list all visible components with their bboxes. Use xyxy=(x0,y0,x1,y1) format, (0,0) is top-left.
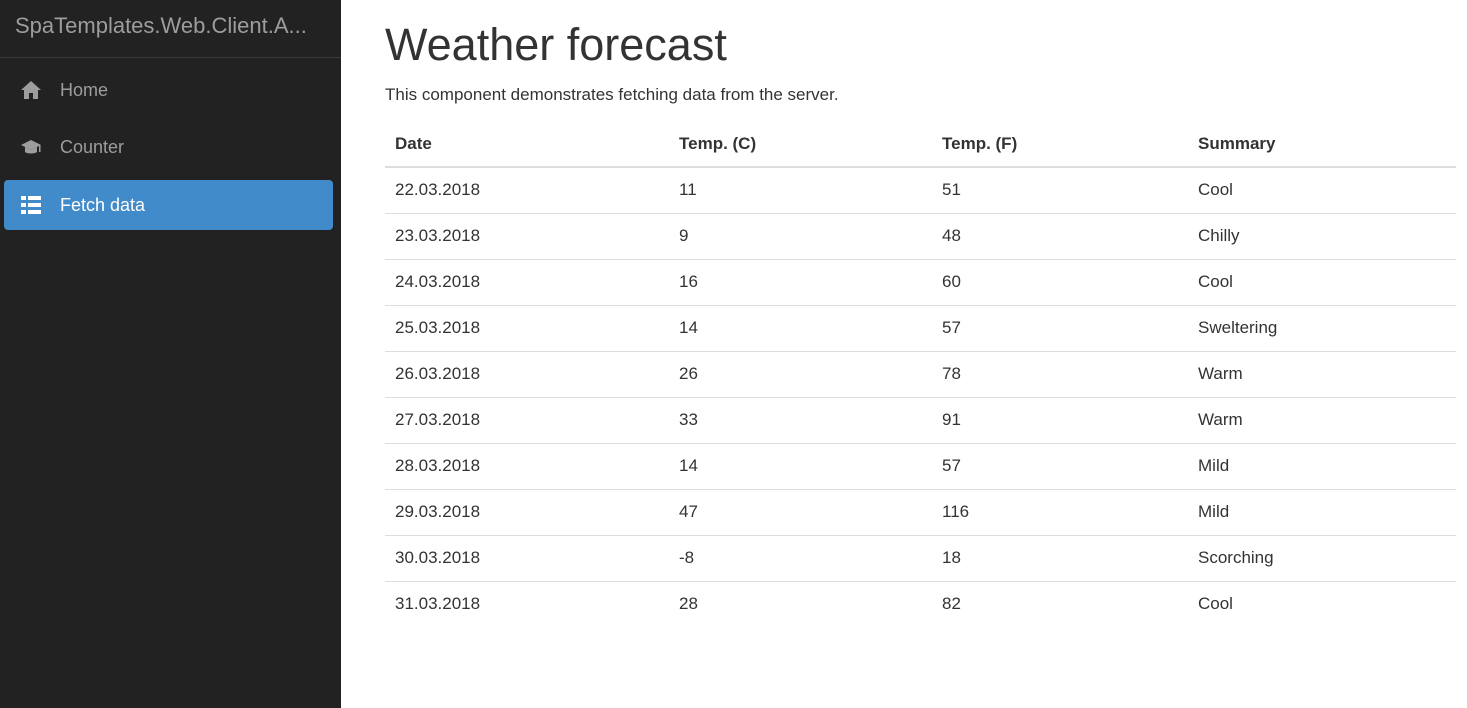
cell-temp-f: 116 xyxy=(932,489,1188,536)
column-header-summary: Summary xyxy=(1188,121,1456,168)
cell-temp-c: 16 xyxy=(669,259,932,306)
table-row: 22.03.2018 11 51 Cool xyxy=(385,167,1456,214)
cell-summary: Scorching xyxy=(1188,535,1456,582)
page-title: Weather forecast xyxy=(385,19,727,70)
main-content: Weather forecast This component demonstr… xyxy=(385,0,1456,627)
table-row: 23.03.2018 9 48 Chilly xyxy=(385,213,1456,260)
sidebar: SpaTemplates.Web.Client.A... Home Counte… xyxy=(0,0,341,708)
cell-summary: Sweltering xyxy=(1188,305,1456,352)
cell-temp-c: 14 xyxy=(669,443,932,490)
app-brand[interactable]: SpaTemplates.Web.Client.A... xyxy=(0,0,341,58)
cell-temp-c: -8 xyxy=(669,535,932,582)
cell-temp-c: 33 xyxy=(669,397,932,444)
cell-date: 26.03.2018 xyxy=(385,351,669,398)
list-icon xyxy=(20,194,42,216)
cell-date: 24.03.2018 xyxy=(385,259,669,306)
cell-date: 27.03.2018 xyxy=(385,397,669,444)
column-header-temp-c: Temp. (C) xyxy=(669,121,932,168)
cell-temp-c: 14 xyxy=(669,305,932,352)
cell-summary: Chilly xyxy=(1188,213,1456,260)
table-header-row: Date Temp. (C) Temp. (F) Summary xyxy=(385,121,1456,168)
table-body: 22.03.2018 11 51 Cool 23.03.2018 9 48 Chilly 24.… xyxy=(385,167,1456,627)
cell-date: 30.03.2018 xyxy=(385,535,669,582)
cell-temp-f: 57 xyxy=(932,305,1188,352)
cell-summary: Cool xyxy=(1198,594,1233,614)
table-row: 26.03.2018 26 78 Warm xyxy=(385,351,1456,398)
table-row: 31.03.2018 28 82 Cool xyxy=(385,581,1456,627)
cell-summary: Cool xyxy=(1188,167,1456,214)
forecast-table: Date Temp. (C) Temp. (F) Summary 22.03.2… xyxy=(385,121,1456,627)
cell-temp-c: 28 xyxy=(679,594,698,614)
cell-date: 29.03.2018 xyxy=(385,489,669,536)
cell-temp-c: 47 xyxy=(669,489,932,536)
table-row: 28.03.2018 14 57 Mild xyxy=(385,443,1456,490)
cell-summary: Mild xyxy=(1188,443,1456,490)
cell-date: 23.03.2018 xyxy=(385,213,669,260)
cell-summary: Mild xyxy=(1188,489,1456,536)
sidebar-item-label: Home xyxy=(60,79,109,100)
sidebar-nav: Home Counter Fetch data xyxy=(0,65,341,230)
table-row: 29.03.2018 47 116 Mild xyxy=(385,489,1456,536)
cell-date: 31.03.2018 xyxy=(395,594,481,614)
sidebar-item-counter[interactable]: Counter xyxy=(4,122,333,172)
cell-date: 28.03.2018 xyxy=(385,443,669,490)
cell-temp-f: 82 xyxy=(942,594,961,614)
sidebar-item-label: Counter xyxy=(60,136,125,157)
column-header-date: Date xyxy=(385,121,669,168)
cell-date: 22.03.2018 xyxy=(385,167,669,214)
table-row: 30.03.2018 -8 18 Scorching xyxy=(385,535,1456,582)
sidebar-item-fetch-data[interactable]: Fetch data xyxy=(4,180,333,230)
table-row: 25.03.2018 14 57 Sweltering xyxy=(385,305,1456,352)
page-description: This component demonstrates fetching dat… xyxy=(385,85,839,104)
cell-summary: Warm xyxy=(1188,351,1456,398)
home-icon xyxy=(20,79,42,101)
cell-temp-f: 78 xyxy=(932,351,1188,398)
cell-temp-f: 60 xyxy=(932,259,1188,306)
cell-temp-f: 18 xyxy=(932,535,1188,582)
cell-temp-f: 57 xyxy=(932,443,1188,490)
graduation-cap-icon xyxy=(20,136,42,158)
table-row: 24.03.2018 16 60 Cool xyxy=(385,259,1456,306)
cell-temp-c: 26 xyxy=(669,351,932,398)
cell-summary: Warm xyxy=(1188,397,1456,444)
cell-temp-f: 51 xyxy=(932,167,1188,214)
cell-temp-f: 91 xyxy=(932,397,1188,444)
column-header-temp-f: Temp. (F) xyxy=(932,121,1188,168)
cell-summary: Cool xyxy=(1188,259,1456,306)
cell-temp-c: 11 xyxy=(669,167,932,214)
cell-date: 25.03.2018 xyxy=(385,305,669,352)
cell-temp-f: 48 xyxy=(932,213,1188,260)
sidebar-item-home[interactable]: Home xyxy=(4,65,333,115)
table-row: 27.03.2018 33 91 Warm xyxy=(385,397,1456,444)
cell-temp-c: 9 xyxy=(669,213,932,260)
sidebar-item-label: Fetch data xyxy=(60,194,146,215)
